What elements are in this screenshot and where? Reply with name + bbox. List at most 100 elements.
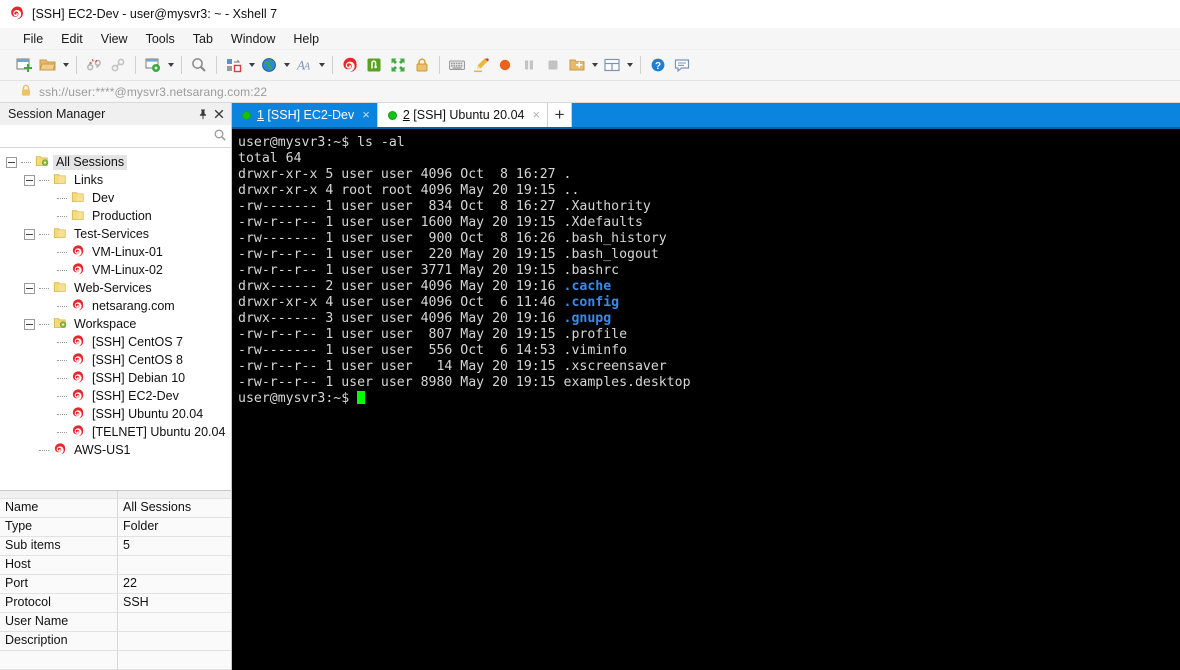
- tree-expand-toggle[interactable]: [24, 175, 35, 186]
- toolbar-separator-5: [332, 56, 333, 74]
- open-folder-dropdown-caret[interactable]: [60, 53, 71, 77]
- tab-strip-filler: [572, 103, 1180, 127]
- menu-window[interactable]: Window: [222, 30, 284, 48]
- new-folder-dropdown-caret[interactable]: [589, 53, 600, 77]
- tree-expand-toggle[interactable]: [24, 229, 35, 240]
- property-value[interactable]: SSH: [118, 594, 231, 612]
- menu-help[interactable]: Help: [284, 30, 328, 48]
- tree-connector: [57, 216, 67, 217]
- menu-bar: File Edit View Tools Tab Window Help: [0, 28, 1180, 50]
- close-icon[interactable]: [211, 106, 227, 122]
- session-properties-dropdown-caret[interactable]: [165, 53, 176, 77]
- property-name: Name: [0, 499, 118, 517]
- session-properties-icon[interactable]: [141, 53, 165, 77]
- property-value[interactable]: 5: [118, 537, 231, 555]
- chat-icon[interactable]: [670, 53, 694, 77]
- split-layout-icon[interactable]: [600, 53, 624, 77]
- stop-icon[interactable]: [541, 53, 565, 77]
- tree-item[interactable]: All Sessions: [0, 153, 231, 171]
- tree-item[interactable]: [SSH] CentOS 8: [0, 351, 231, 369]
- tree-item[interactable]: Production: [0, 207, 231, 225]
- tab-close-icon[interactable]: ×: [530, 110, 540, 120]
- property-value[interactable]: [118, 613, 231, 631]
- layout-arrange-icon[interactable]: [222, 53, 246, 77]
- address-bar[interactable]: ssh://user:****@mysvr3.netsarang.com:22: [0, 81, 1180, 103]
- font-dropdown-caret[interactable]: [316, 53, 327, 77]
- tree-item-label: Dev: [89, 191, 117, 206]
- tree-item[interactable]: [SSH] Debian 10: [0, 369, 231, 387]
- search-input[interactable]: [6, 129, 213, 143]
- record-icon[interactable]: [493, 53, 517, 77]
- tree-expand-toggle[interactable]: [24, 283, 35, 294]
- new-session-icon[interactable]: [12, 53, 36, 77]
- tree-item[interactable]: AWS-US1: [0, 441, 231, 459]
- session-tree[interactable]: All SessionsLinks DevProductionTest-Servi…: [0, 148, 231, 490]
- font-icon[interactable]: A A: [292, 53, 316, 77]
- highlight-pen-icon[interactable]: [469, 53, 493, 77]
- fullscreen-icon[interactable]: [386, 53, 410, 77]
- new-folder-icon[interactable]: [565, 53, 589, 77]
- property-row: User Name: [0, 613, 231, 632]
- terminal-output[interactable]: user@mysvr3:~$ ls -altotal 64drwxr-xr-x …: [232, 129, 1180, 670]
- globe-icon[interactable]: [257, 53, 281, 77]
- property-name: Description: [0, 632, 118, 650]
- menu-tab[interactable]: Tab: [184, 30, 222, 48]
- disconnect-icon[interactable]: [82, 53, 106, 77]
- help-icon[interactable]: ?: [646, 53, 670, 77]
- tree-item[interactable]: Workspace: [0, 315, 231, 333]
- window-title: [SSH] EC2-Dev - user@mysvr3: ~ - Xshell …: [32, 7, 277, 21]
- menu-file[interactable]: File: [14, 30, 52, 48]
- find-icon[interactable]: [187, 53, 211, 77]
- xftp-icon[interactable]: [362, 53, 386, 77]
- tree-item-label: [SSH] EC2-Dev: [89, 389, 182, 404]
- property-value[interactable]: [118, 651, 231, 669]
- tab-title: [SSH] Ubuntu 20.04: [410, 108, 525, 122]
- tree-item[interactable]: Web-Services: [0, 279, 231, 297]
- tree-item[interactable]: VM-Linux-01: [0, 243, 231, 261]
- property-value[interactable]: All Sessions: [118, 499, 231, 517]
- xshell-icon[interactable]: [338, 53, 362, 77]
- globe-dropdown-caret[interactable]: [281, 53, 292, 77]
- terminal-tab[interactable]: 1 [SSH] EC2-Dev×: [232, 103, 378, 127]
- tree-connector: [39, 450, 49, 451]
- tree-item[interactable]: Dev: [0, 189, 231, 207]
- tree-item[interactable]: [SSH] CentOS 7: [0, 333, 231, 351]
- terminal-tab[interactable]: 2 [SSH] Ubuntu 20.04×: [378, 103, 548, 127]
- session-search-box[interactable]: [0, 125, 231, 148]
- tree-item[interactable]: VM-Linux-02: [0, 261, 231, 279]
- keyboard-icon[interactable]: [445, 53, 469, 77]
- tree-item[interactable]: Test-Services: [0, 225, 231, 243]
- open-folder-icon[interactable]: [36, 53, 60, 77]
- tree-item[interactable]: netsarang.com: [0, 297, 231, 315]
- menu-view[interactable]: View: [92, 30, 137, 48]
- tree-item[interactable]: [SSH] EC2-Dev: [0, 387, 231, 405]
- new-tab-button[interactable]: +: [548, 103, 572, 127]
- pin-icon[interactable]: [195, 106, 211, 122]
- reconnect-icon[interactable]: [106, 53, 130, 77]
- tree-connector: [57, 396, 67, 397]
- tab-close-icon[interactable]: ×: [360, 110, 370, 120]
- svg-text:A: A: [303, 62, 311, 73]
- tree-expand-toggle[interactable]: [6, 157, 17, 168]
- property-value[interactable]: 22: [118, 575, 231, 593]
- property-value[interactable]: Folder: [118, 518, 231, 536]
- menu-edit[interactable]: Edit: [52, 30, 92, 48]
- tree-connector: [57, 270, 67, 271]
- folder-icon: [71, 190, 85, 207]
- tree-item[interactable]: Links: [0, 171, 231, 189]
- property-value[interactable]: [118, 556, 231, 574]
- session-icon: [71, 388, 85, 405]
- menu-tools[interactable]: Tools: [137, 30, 184, 48]
- tree-item[interactable]: [TELNET] Ubuntu 20.04: [0, 423, 231, 441]
- layout-arrange-dropdown-caret[interactable]: [246, 53, 257, 77]
- search-icon[interactable]: [213, 128, 227, 145]
- tree-connector: [57, 342, 67, 343]
- property-value[interactable]: [118, 632, 231, 650]
- split-layout-dropdown-caret[interactable]: [624, 53, 635, 77]
- tree-item[interactable]: [SSH] Ubuntu 20.04: [0, 405, 231, 423]
- tree-item-label: Workspace: [71, 317, 139, 332]
- lock-icon[interactable]: [410, 53, 434, 77]
- session-icon: [71, 424, 85, 441]
- pause-icon[interactable]: [517, 53, 541, 77]
- tree-expand-toggle[interactable]: [24, 319, 35, 330]
